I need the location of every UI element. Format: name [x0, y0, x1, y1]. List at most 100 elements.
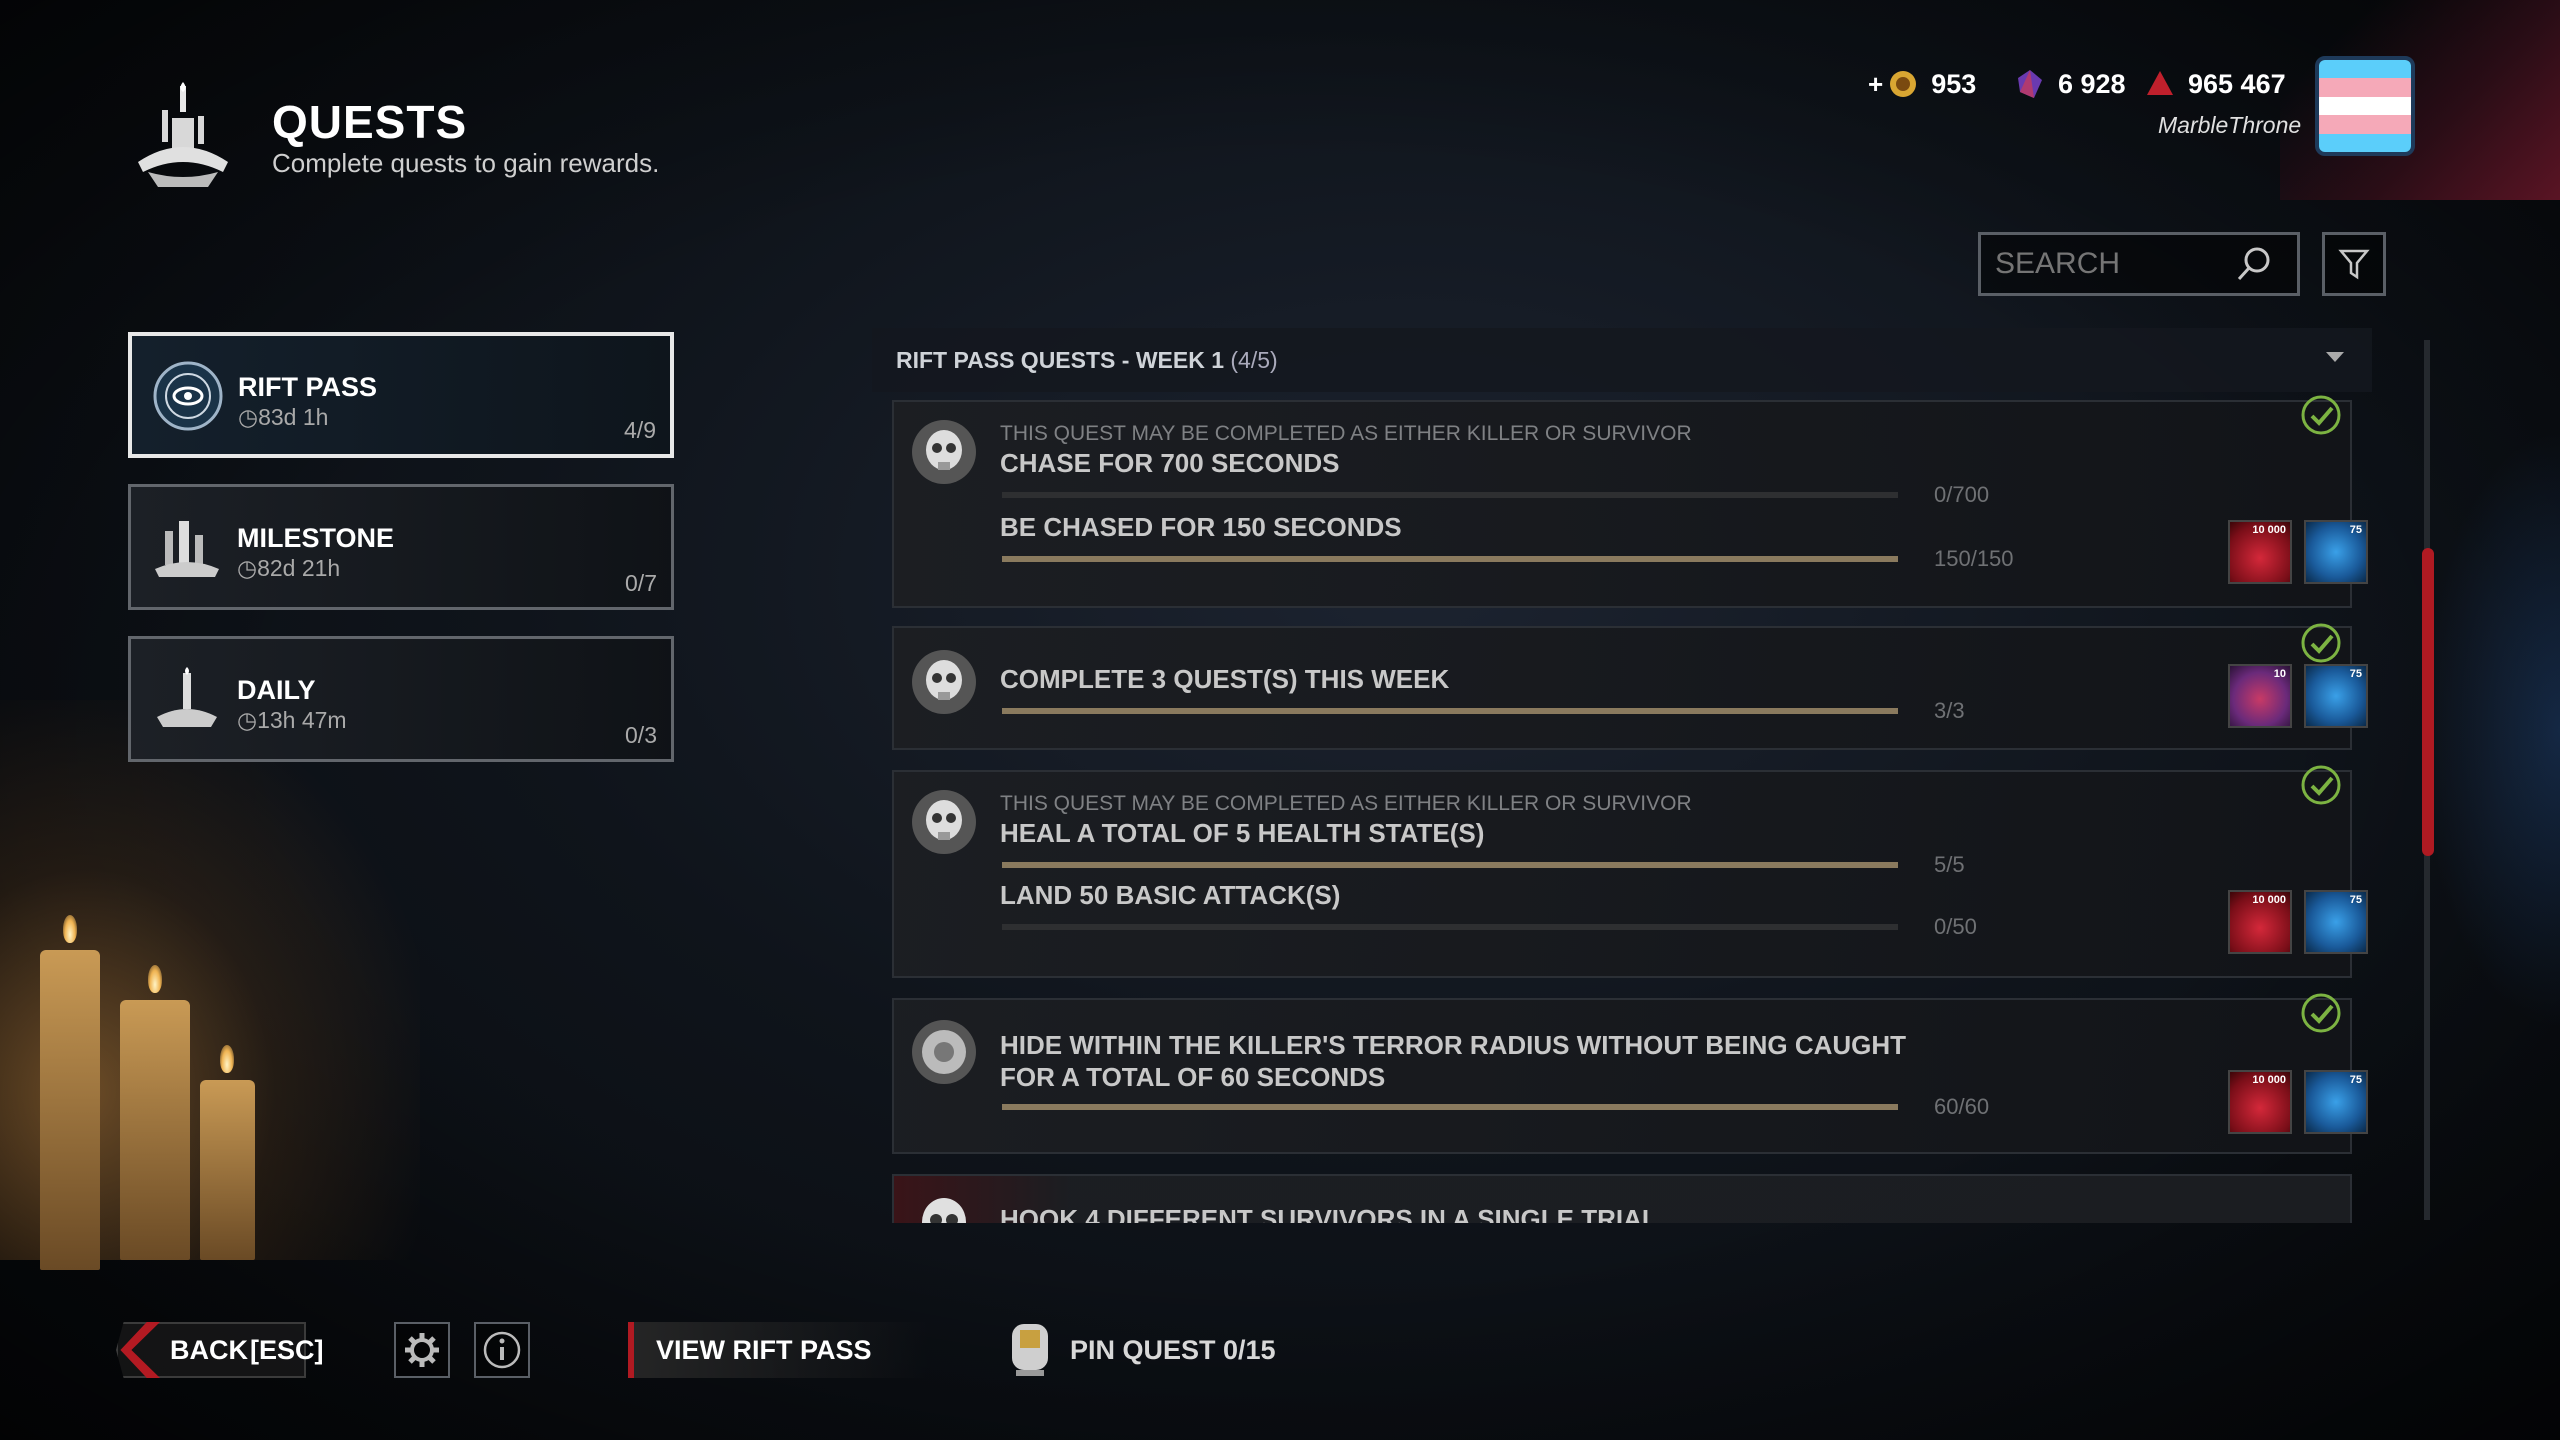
bloodpoints-reward-icon[interactable]: 10 000	[2228, 1070, 2292, 1134]
bloodpoints-reward-icon[interactable]: 10 000	[2228, 890, 2292, 954]
bloodpoints-value: 965 467	[2188, 68, 2286, 99]
progress-text: 150/150	[1934, 546, 2014, 571]
progress-fill	[1002, 862, 1898, 868]
page-subtitle: Complete quests to gain rewards.	[272, 148, 660, 178]
week-header[interactable]: RIFT PASS QUESTS - WEEK 1 (4/5)	[872, 328, 2372, 392]
category-timer: ◷82d 21h	[237, 555, 341, 581]
completed-check-icon	[2301, 993, 2341, 1033]
progress-fill	[1002, 708, 1898, 714]
week-count: (4/5)	[1230, 346, 1278, 373]
filter-icon	[2338, 249, 2370, 280]
auric-cells-counter[interactable]: + 953	[1868, 68, 1976, 100]
search-icon[interactable]	[2235, 244, 2275, 284]
quest-card[interactable]: THIS QUEST MAY BE COMPLETED AS EITHER KI…	[892, 395, 2368, 608]
iridescent-shards-value: 6 928	[2058, 68, 2126, 99]
chevron-down-icon[interactable]	[2326, 352, 2344, 362]
category-daily[interactable]: DAILY ◷13h 47m 0/3	[128, 636, 674, 762]
rift-pass-icon	[153, 361, 223, 431]
quest-role-note: THIS QUEST MAY BE COMPLETED AS EITHER KI…	[1000, 792, 1692, 815]
iridescent-shard-reward-icon[interactable]: 10	[2228, 664, 2292, 728]
progress-fill	[1002, 1104, 1898, 1110]
page-title: QUESTS	[272, 96, 468, 148]
pin-quest-button[interactable]: PIN QUEST 0/15	[1006, 1320, 1276, 1380]
progress-text: 0/700	[1934, 482, 1990, 507]
category-count: 0/7	[625, 570, 657, 596]
category-rift-pass[interactable]: RIFT PASS ◷83d 1h 4/9	[128, 332, 674, 458]
quest-objective: HEAL A TOTAL OF 5 HEALTH STATE(S)	[1000, 818, 1485, 848]
quests-logo-icon	[138, 82, 228, 187]
quest-card[interactable]: COMPLETE 3 QUEST(S) THIS WEEK 3/3 10 75	[892, 623, 2368, 750]
category-label: MILESTONE	[237, 523, 395, 553]
scrollbar-thumb[interactable]	[2422, 548, 2434, 856]
back-key-hint: [ESC]	[250, 1334, 324, 1365]
filter-button[interactable]	[2322, 232, 2386, 296]
iridescent-shard-icon	[2018, 70, 2042, 98]
progress-bar	[1002, 862, 1898, 868]
back-button[interactable]: BACK [ESC]	[116, 1322, 324, 1378]
quest-role-note: THIS QUEST MAY BE COMPLETED AS EITHER KI…	[1000, 422, 1692, 445]
category-label: RIFT PASS	[238, 372, 378, 402]
username: MarbleThrone	[2158, 112, 2302, 138]
search-box[interactable]	[1978, 232, 2300, 296]
bloodpoints-icon	[2147, 71, 2173, 95]
rift-fragment-reward-icon[interactable]: 75	[2304, 520, 2368, 584]
pin-quest-label: PIN QUEST 0/15	[1070, 1334, 1276, 1365]
rift-fragment-reward-icon[interactable]: 75	[2304, 664, 2368, 728]
quest-card[interactable]: THIS QUEST MAY BE COMPLETED AS EITHER KI…	[892, 765, 2368, 978]
entity-icon	[912, 1020, 976, 1084]
back-label: BACK	[170, 1334, 248, 1365]
milestone-icon	[155, 521, 219, 577]
view-rift-pass-button[interactable]: VIEW RIFT PASS	[628, 1322, 928, 1378]
category-count: 0/3	[625, 722, 657, 748]
progress-text: 5/5	[1934, 852, 1965, 877]
skull-icon	[912, 650, 976, 714]
killer-skull-icon	[922, 1198, 966, 1223]
clock-icon: ◷	[238, 404, 259, 430]
completed-check-icon	[2301, 395, 2341, 435]
rune-background	[2420, 430, 2560, 1030]
progress-bar	[1002, 924, 1898, 930]
quest-card[interactable]: HIDE WITHIN THE KILLER'S TERROR RADIUS W…	[892, 993, 2368, 1154]
bloodpoints-reward-icon[interactable]: 10 000	[2228, 520, 2292, 584]
completed-check-icon	[2301, 623, 2341, 663]
skull-icon	[912, 790, 976, 854]
auric-cells-value: 953	[1931, 68, 1977, 99]
category-timer: ◷13h 47m	[237, 707, 347, 733]
gear-icon	[405, 1333, 439, 1367]
category-milestone[interactable]: MILESTONE ◷82d 21h 0/7	[128, 484, 674, 610]
quest-objective: CHASE FOR 700 SECONDS	[1000, 448, 1340, 478]
quest-list-panel[interactable]: RIFT PASS QUESTS - WEEK 1 (4/5) THIS QUE…	[872, 328, 2372, 1223]
clock-icon: ◷	[237, 555, 258, 581]
skull-icon	[912, 420, 976, 484]
quest-objective: HIDE WITHIN THE KILLER'S TERROR RADIUS W…	[1000, 1030, 1907, 1060]
progress-bar	[1002, 708, 1898, 714]
progress-text: 60/60	[1934, 1094, 1990, 1119]
pin-icon	[1012, 1324, 1048, 1376]
progress-fill	[1002, 556, 1898, 562]
settings-button[interactable]	[394, 1322, 450, 1378]
candle-background	[0, 700, 420, 1270]
category-count: 4/9	[624, 417, 656, 443]
progress-bar	[1002, 1104, 1898, 1110]
info-button[interactable]	[474, 1322, 530, 1378]
iridescent-shards-counter: 6 928	[2014, 68, 2126, 100]
category-label: DAILY	[237, 675, 316, 705]
search-input[interactable]	[1995, 247, 2235, 281]
add-currency-icon[interactable]: +	[1868, 69, 1883, 100]
bloodpoints-counter: 965 467	[2144, 68, 2286, 100]
quest-card[interactable]: HOOK 4 DIFFERENT SURVIVORS IN A SINGLE T…	[892, 1174, 2352, 1223]
auric-cells-icon	[1890, 71, 1917, 97]
player-avatar[interactable]	[2315, 56, 2415, 156]
info-icon	[483, 1331, 521, 1369]
clock-icon: ◷	[237, 707, 258, 733]
quest-objective-line2: FOR A TOTAL OF 60 SECONDS	[1000, 1062, 1386, 1092]
rift-fragment-reward-icon[interactable]: 75	[2304, 1070, 2368, 1134]
completed-check-icon	[2301, 765, 2341, 805]
rift-fragment-reward-icon[interactable]: 75	[2304, 890, 2368, 954]
quest-objective: HOOK 4 DIFFERENT SURVIVORS IN A SINGLE T…	[1000, 1204, 1658, 1223]
progress-bar	[1002, 492, 1898, 498]
progress-text: 0/50	[1934, 914, 1977, 939]
quest-objective: BE CHASED FOR 150 SECONDS	[1000, 512, 1402, 542]
quest-objective: COMPLETE 3 QUEST(S) THIS WEEK	[1000, 664, 1450, 694]
week-title: RIFT PASS QUESTS - WEEK 1	[896, 346, 1224, 373]
